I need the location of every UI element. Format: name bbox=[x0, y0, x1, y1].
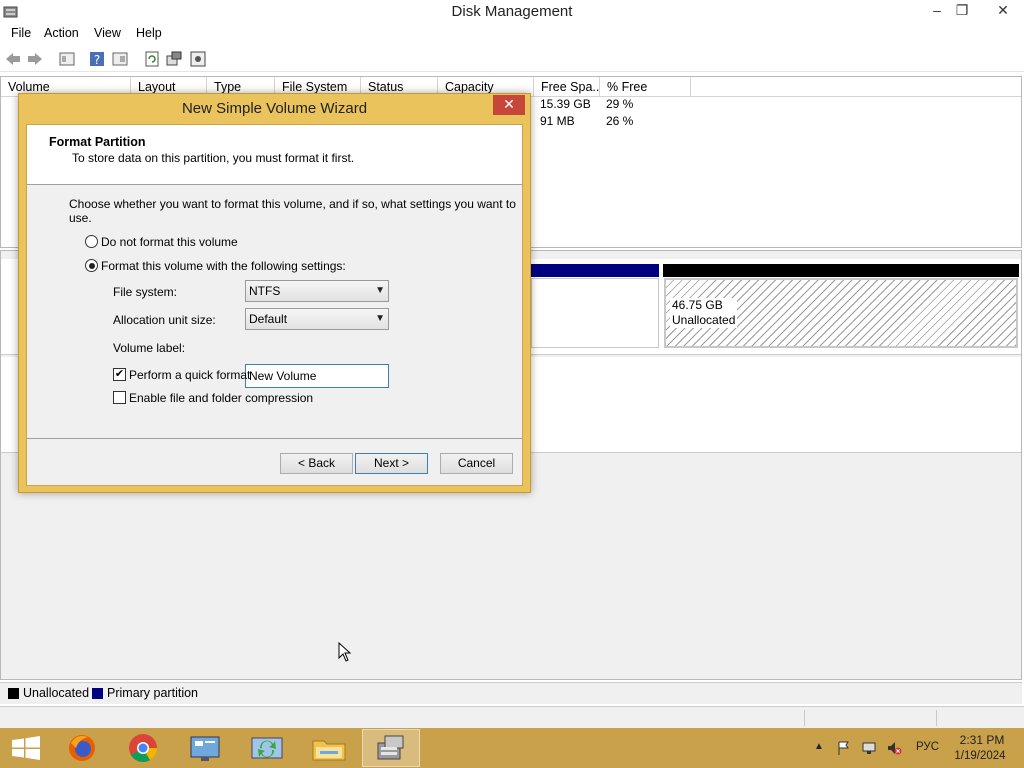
refresh-icon[interactable] bbox=[143, 50, 161, 68]
volume-label-input[interactable] bbox=[245, 364, 389, 388]
firefox-icon[interactable] bbox=[55, 729, 113, 767]
menu-view[interactable]: View bbox=[91, 26, 124, 40]
primary-partition-block[interactable] bbox=[531, 278, 659, 348]
primary-partition-bar bbox=[531, 264, 659, 277]
disk-management-taskbar-button[interactable] bbox=[362, 729, 420, 767]
mouse-cursor-icon bbox=[338, 642, 352, 662]
legend-unallocated-swatch bbox=[8, 688, 19, 699]
clock-time[interactable]: 2:31 PM bbox=[954, 733, 1010, 747]
compression-checkbox[interactable] bbox=[113, 391, 126, 404]
compression-label[interactable]: Enable file and folder compression bbox=[129, 391, 313, 405]
close-button[interactable]: ✕ bbox=[986, 0, 1020, 22]
file-system-value: NTFS bbox=[249, 284, 281, 298]
file-system-select[interactable]: NTFS ▼ bbox=[245, 280, 389, 302]
flag-icon[interactable] bbox=[836, 740, 852, 756]
control-panel-icon[interactable] bbox=[177, 729, 235, 767]
allocation-unit-select[interactable]: Default ▼ bbox=[245, 308, 389, 330]
rescan-disks-icon[interactable] bbox=[165, 50, 183, 68]
col-free-space[interactable]: Free Spa... bbox=[534, 77, 600, 97]
new-simple-volume-wizard: New Simple Volume Wizard ✕ Format Partit… bbox=[18, 93, 531, 493]
allocation-unit-value: Default bbox=[249, 312, 288, 326]
wizard-step-title: Format Partition bbox=[49, 135, 146, 149]
col-percent-free[interactable]: % Free bbox=[600, 77, 691, 97]
properties-icon[interactable] bbox=[58, 50, 76, 68]
radio-do-not-format[interactable] bbox=[85, 235, 98, 248]
quick-format-label[interactable]: Perform a quick format bbox=[129, 368, 250, 382]
allocation-unit-label: Allocation unit size: bbox=[113, 313, 216, 327]
legend-primary-swatch bbox=[92, 688, 103, 699]
restore-button[interactable]: ❐ bbox=[947, 0, 977, 22]
chrome-icon[interactable] bbox=[114, 729, 172, 767]
view-icon[interactable] bbox=[111, 50, 129, 68]
title-bar: Disk Management – ❐ ✕ bbox=[0, 0, 1024, 24]
unallocated-bar bbox=[663, 264, 1019, 277]
sync-icon[interactable] bbox=[238, 729, 296, 767]
next-button[interactable]: Next > bbox=[355, 453, 428, 474]
back-arrow-icon[interactable] bbox=[4, 50, 22, 68]
back-button[interactable]: < Back bbox=[280, 453, 353, 474]
dialog-separator bbox=[27, 438, 522, 439]
file-explorer-icon[interactable] bbox=[300, 729, 358, 767]
volume-muted-icon[interactable] bbox=[886, 740, 902, 756]
toolbar: ? bbox=[0, 46, 1024, 72]
radio-do-not-format-label[interactable]: Do not format this volume bbox=[101, 235, 238, 249]
instruction-text: Choose whether you want to format this v… bbox=[69, 197, 516, 225]
help-icon[interactable]: ? bbox=[88, 50, 106, 68]
chevron-down-icon: ▼ bbox=[375, 285, 385, 296]
dialog-body: Format Partition To store data on this p… bbox=[26, 124, 523, 486]
menu-bar: File Action View Help bbox=[0, 24, 1024, 44]
cancel-button[interactable]: Cancel bbox=[440, 453, 513, 474]
menu-file[interactable]: File bbox=[8, 26, 34, 40]
row2-free-space: 91 MB bbox=[540, 114, 575, 128]
taskbar: ▲ РУС 2:31 PM 1/19/2024 bbox=[0, 728, 1024, 768]
start-icon[interactable] bbox=[0, 729, 58, 767]
disk-management-icon bbox=[377, 735, 404, 760]
forward-arrow-icon[interactable] bbox=[26, 50, 44, 68]
dialog-close-button[interactable]: ✕ bbox=[493, 95, 525, 115]
radio-format-volume[interactable] bbox=[85, 259, 98, 272]
row1-free-space: 15.39 GB bbox=[540, 97, 591, 111]
wizard-step-subtitle: To store data on this partition, you mus… bbox=[72, 151, 355, 165]
radio-format-volume-label[interactable]: Format this volume with the following se… bbox=[101, 259, 346, 273]
wizard-header: Format Partition To store data on this p… bbox=[27, 125, 522, 185]
show-hidden-icons-icon[interactable]: ▲ bbox=[814, 741, 826, 757]
unallocated-size: 46.75 GB bbox=[672, 298, 723, 312]
window-title: Disk Management bbox=[451, 3, 573, 20]
file-system-label: File system: bbox=[113, 285, 178, 299]
volume-label-label: Volume label: bbox=[113, 341, 186, 355]
menu-help[interactable]: Help bbox=[133, 26, 165, 40]
language-indicator[interactable]: РУС bbox=[916, 741, 939, 753]
legend-primary-label: Primary partition bbox=[107, 686, 198, 700]
menu-action[interactable]: Action bbox=[41, 26, 82, 40]
status-bar bbox=[0, 706, 1024, 728]
row1-percent-free: 29 % bbox=[606, 97, 634, 111]
legend-unallocated-label: Unallocated bbox=[23, 686, 90, 700]
row2-percent-free: 26 % bbox=[606, 114, 634, 128]
unallocated-block[interactable]: 46.75 GB Unallocated bbox=[664, 278, 1018, 348]
unallocated-label: Unallocated bbox=[672, 313, 736, 327]
network-icon[interactable] bbox=[861, 740, 877, 756]
settings-icon[interactable] bbox=[189, 50, 207, 68]
svg-text:?: ? bbox=[94, 53, 100, 67]
chevron-down-icon: ▼ bbox=[375, 313, 385, 324]
clock-date[interactable]: 1/19/2024 bbox=[950, 750, 1010, 762]
quick-format-checkbox[interactable]: ✔ bbox=[113, 368, 126, 381]
legend: Unallocated Primary partition bbox=[0, 682, 1022, 704]
dialog-title: New Simple Volume Wizard bbox=[181, 100, 368, 117]
